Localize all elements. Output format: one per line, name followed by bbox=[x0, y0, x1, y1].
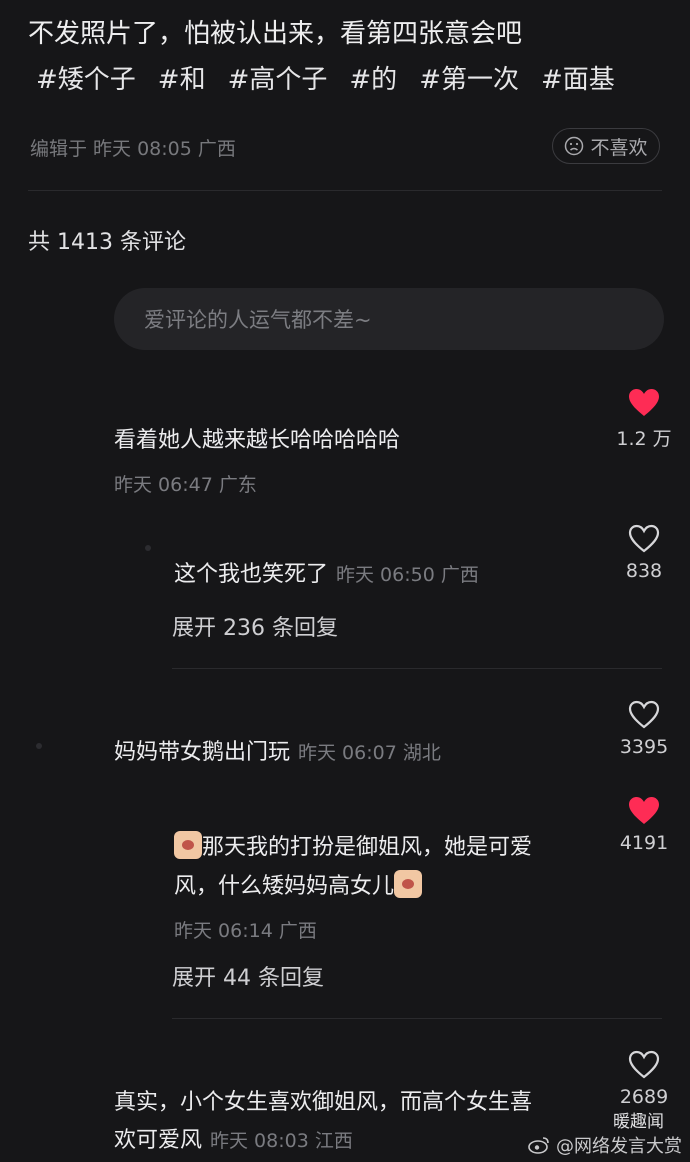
comment-meta: 昨天 06:14 广西 bbox=[174, 920, 317, 942]
like-button[interactable]: 838 bbox=[609, 524, 679, 582]
comment-input-placeholder: 爱评论的人运气都不差~ bbox=[144, 308, 372, 332]
hashtag-link[interactable]: #矮个子 bbox=[36, 65, 136, 95]
comment-meta: 昨天 06:07 湖北 bbox=[298, 742, 441, 764]
like-count: 2689 bbox=[619, 1086, 669, 1108]
divider bbox=[172, 1018, 662, 1019]
comment-text-line: 欢可爱风 昨天 08:03 江西 bbox=[114, 1120, 353, 1162]
reply-row: 这个我也笑死了 昨天 06:50 广西 bbox=[174, 554, 479, 596]
comment-text-line: 真实，小个女生喜欢御姐风，而高个女生喜 bbox=[114, 1082, 532, 1124]
expand-replies-button[interactable]: 展开 44 条回复 bbox=[172, 960, 324, 992]
heart-outline-icon bbox=[628, 1050, 660, 1079]
sad-face-icon bbox=[565, 136, 584, 156]
like-button[interactable]: 1.2 万 bbox=[609, 388, 679, 451]
comment-text: 这个我也笑死了 bbox=[174, 562, 329, 587]
comment-meta: 昨天 08:03 江西 bbox=[210, 1130, 353, 1152]
like-count: 3395 bbox=[619, 736, 669, 758]
comment-text: 看着她人越来越长哈哈哈哈哈 bbox=[114, 428, 401, 453]
like-count: 4191 bbox=[619, 832, 669, 854]
hashtag-list: #矮个子 #和 #高个子 #的 #第一次 #面基 bbox=[36, 58, 637, 102]
avatar[interactable] bbox=[145, 545, 151, 551]
post-edit-meta: 编辑于 昨天 08:05 广西 bbox=[30, 138, 236, 160]
comment-text: 欢可爱风 bbox=[114, 1128, 203, 1153]
like-button[interactable]: 3395 bbox=[609, 700, 679, 758]
dislike-label: 不喜欢 bbox=[590, 136, 648, 159]
comment-text: 风，什么矮妈妈高女儿 bbox=[174, 874, 395, 899]
comment-text: 真实，小个女生喜欢御姐风，而高个女生喜 bbox=[114, 1090, 533, 1115]
comment-row: 妈妈带女鹅出门玩 昨天 06:07 湖北 bbox=[114, 732, 441, 774]
like-count: 838 bbox=[625, 560, 663, 582]
post-caption: 不发照片了，怕被认出来，看第四张意会吧 bbox=[28, 19, 523, 49]
divider bbox=[172, 668, 662, 669]
weibo-logo-icon bbox=[528, 1137, 549, 1154]
comment-text: 那天我的打扮是御姐风，她是可爱 bbox=[202, 835, 533, 860]
heart-outline-icon bbox=[628, 524, 660, 553]
watermark: @网络发言大赏 bbox=[528, 1132, 682, 1158]
comment-meta: 昨天 06:50 广西 bbox=[336, 564, 479, 586]
emoji-sticker-icon bbox=[394, 870, 423, 898]
comment-text-line: 风，什么矮妈妈高女儿 bbox=[174, 866, 423, 908]
hashtag-link[interactable]: #面基 bbox=[541, 65, 615, 95]
hashtag-link[interactable]: #的 bbox=[349, 65, 397, 95]
expand-replies-button[interactable]: 展开 236 条回复 bbox=[172, 610, 338, 642]
heart-filled-icon bbox=[629, 797, 659, 824]
hashtag-link[interactable]: #高个子 bbox=[228, 65, 328, 95]
comment-text-line: 那天我的打扮是御姐风，她是可爱 bbox=[174, 827, 532, 869]
divider bbox=[28, 190, 662, 191]
like-button[interactable]: 2689 bbox=[609, 1050, 679, 1108]
avatar[interactable] bbox=[36, 743, 42, 749]
comment-input[interactable]: 爱评论的人运气都不差~ bbox=[114, 288, 664, 350]
watermark-text: @网络发言大赏 bbox=[556, 1136, 682, 1157]
heart-outline-icon bbox=[628, 700, 660, 729]
comment-meta: 昨天 06:47 广东 bbox=[114, 474, 257, 496]
hashtag-link[interactable]: #第一次 bbox=[419, 65, 519, 95]
watermark-title: 暖趣闻 bbox=[613, 1112, 664, 1132]
dislike-button[interactable]: 不喜欢 bbox=[552, 128, 660, 164]
heart-filled-icon bbox=[629, 389, 659, 416]
comment-text: 妈妈带女鹅出门玩 bbox=[114, 740, 291, 765]
hashtag-link[interactable]: #和 bbox=[158, 65, 206, 95]
like-count: 1.2 万 bbox=[616, 428, 672, 450]
comment-count: 共 1413 条评论 bbox=[28, 230, 186, 255]
emoji-sticker-icon bbox=[174, 831, 202, 859]
like-button[interactable]: 4191 bbox=[609, 796, 679, 854]
